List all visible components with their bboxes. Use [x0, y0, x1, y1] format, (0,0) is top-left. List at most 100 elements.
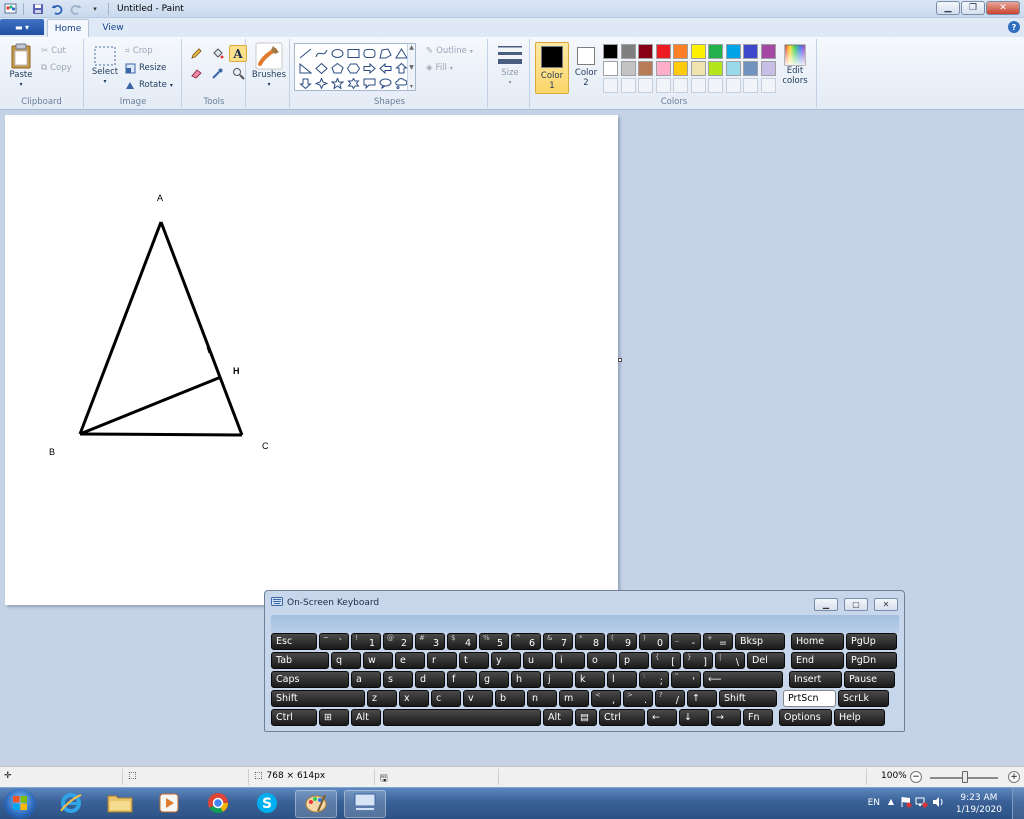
copy-button[interactable]: ⧉ Copy [41, 61, 72, 75]
palette-swatch[interactable] [638, 61, 653, 76]
shape-six-point-star[interactable] [345, 76, 361, 91]
canvas-resize-handle-right[interactable] [618, 358, 622, 362]
shape-down-arrow[interactable] [297, 76, 313, 91]
palette-empty-swatch[interactable] [655, 78, 671, 93]
shapes-scrollbar[interactable]: ▲ ▼ ▾ [407, 44, 415, 90]
color-2-button[interactable]: Color 2 [569, 42, 603, 94]
key-symbol[interactable]: >. [623, 690, 653, 707]
rotate-button[interactable]: Rotate ▾ [125, 78, 173, 92]
osk-close-button[interactable]: ✕ [874, 598, 898, 611]
key-symbol[interactable]: | \ [715, 652, 745, 669]
key-c[interactable]: c [431, 690, 461, 707]
key-2[interactable]: @2 [383, 633, 413, 650]
paint-menu-button[interactable]: ▬ ▾ [0, 19, 44, 35]
key-m[interactable]: m [559, 690, 589, 707]
redo-icon[interactable] [69, 2, 83, 16]
key-tab[interactable]: Tab [271, 652, 329, 669]
palette-empty-swatch[interactable] [620, 78, 636, 93]
palette-swatch[interactable] [620, 61, 636, 76]
shape-four-point-star[interactable] [313, 76, 329, 91]
key-k[interactable]: k [575, 671, 605, 688]
key-alt[interactable]: Alt [543, 709, 573, 726]
palette-swatch[interactable] [725, 44, 741, 59]
key-insert[interactable]: Insert [789, 671, 842, 688]
key-options[interactable]: Options [779, 709, 832, 726]
key-pgup[interactable]: PgUp [846, 633, 897, 650]
show-desktop-button[interactable] [1012, 788, 1024, 819]
key-symbol[interactable]: }] [683, 652, 713, 669]
key-p[interactable]: p [619, 652, 649, 669]
key-del[interactable]: Del [747, 652, 785, 669]
key-pause[interactable]: Pause [844, 671, 895, 688]
key-0[interactable]: ) 0 [639, 633, 669, 650]
edit-colors-button[interactable]: Edit colors [778, 44, 812, 86]
paint-app-icon[interactable] [3, 2, 17, 16]
palette-empty-swatch[interactable] [603, 78, 618, 93]
start-button[interactable] [4, 789, 36, 819]
language-indicator[interactable]: EN [868, 798, 880, 808]
key-f[interactable]: f [447, 671, 477, 688]
key-symbol[interactable]: → [711, 709, 741, 726]
palette-swatch[interactable] [743, 61, 758, 76]
key-v[interactable]: v [463, 690, 493, 707]
key-r[interactable]: r [427, 652, 457, 669]
paste-button[interactable]: Paste ▾ [6, 42, 36, 90]
shape-curve[interactable] [313, 46, 329, 61]
shape-hexagon[interactable] [345, 61, 361, 76]
undo-icon[interactable] [50, 2, 64, 16]
taskbar-on-screen-keyboard[interactable] [344, 790, 386, 818]
key-symbol[interactable]: <, [591, 690, 621, 707]
network-icon[interactable] [915, 796, 928, 811]
size-button[interactable]: Size ▾ [494, 44, 526, 88]
key-shift[interactable]: Shift [271, 690, 365, 707]
key-symbol[interactable]: ← [647, 709, 677, 726]
palette-swatch[interactable] [655, 61, 671, 76]
palette-swatch[interactable] [673, 61, 688, 76]
shape-pentagon[interactable] [329, 61, 345, 76]
key-h[interactable]: h [511, 671, 541, 688]
key-s[interactable]: s [383, 671, 413, 688]
taskbar-file-explorer[interactable] [99, 790, 141, 818]
brushes-button[interactable]: Brushes ▾ [251, 42, 287, 90]
key-alt[interactable]: Alt [351, 709, 381, 726]
key-caps[interactable]: Caps [271, 671, 349, 688]
key-5[interactable]: % 5 [479, 633, 509, 650]
palette-swatch[interactable] [655, 44, 671, 59]
scroll-down-icon[interactable]: ▼ [409, 64, 414, 71]
key-ctrl[interactable]: Ctrl [599, 709, 645, 726]
key-l[interactable]: l [607, 671, 637, 688]
key-home[interactable]: Home [791, 633, 844, 650]
key-x[interactable]: x [399, 690, 429, 707]
key-help[interactable]: Help [834, 709, 885, 726]
palette-empty-swatch[interactable] [760, 78, 776, 93]
key-q[interactable]: q [331, 652, 361, 669]
key-1[interactable]: ! 1 [351, 633, 381, 650]
palette-swatch[interactable] [708, 44, 723, 59]
key-symbol[interactable]: " ' [671, 671, 701, 688]
key-b[interactable]: b [495, 690, 525, 707]
key-t[interactable]: t [459, 652, 489, 669]
magnifier-tool[interactable] [229, 65, 247, 82]
palette-swatch[interactable] [673, 44, 688, 59]
key-6[interactable]: ^ 6 [511, 633, 541, 650]
key-z[interactable]: z [367, 690, 397, 707]
key-space[interactable] [383, 709, 541, 726]
fill-tool[interactable] [208, 45, 226, 62]
taskbar-media-player[interactable] [148, 790, 190, 818]
system-clock[interactable]: 9:23 AM 1/19/2020 [956, 792, 1002, 816]
select-button[interactable]: Select ▾ [90, 45, 120, 87]
palette-empty-swatch[interactable] [708, 78, 723, 93]
key-g[interactable]: g [479, 671, 509, 688]
key-ctrl[interactable]: Ctrl [271, 709, 317, 726]
key-symbol[interactable]: ↑ [687, 690, 717, 707]
palette-empty-swatch[interactable] [743, 78, 758, 93]
osk-maximize-button[interactable]: ▢ [844, 598, 868, 611]
taskbar-internet-explorer[interactable] [50, 790, 92, 818]
cut-button[interactable]: ✂ Cut [41, 44, 66, 58]
volume-icon[interactable] [932, 796, 945, 811]
show-hidden-icons-icon[interactable]: ▲ [888, 797, 894, 806]
key-symbol[interactable]: :; [639, 671, 669, 688]
tab-home[interactable]: Home [47, 19, 89, 37]
key-bksp[interactable]: Bksp [735, 633, 785, 650]
key-3[interactable]: #3 [415, 633, 445, 650]
